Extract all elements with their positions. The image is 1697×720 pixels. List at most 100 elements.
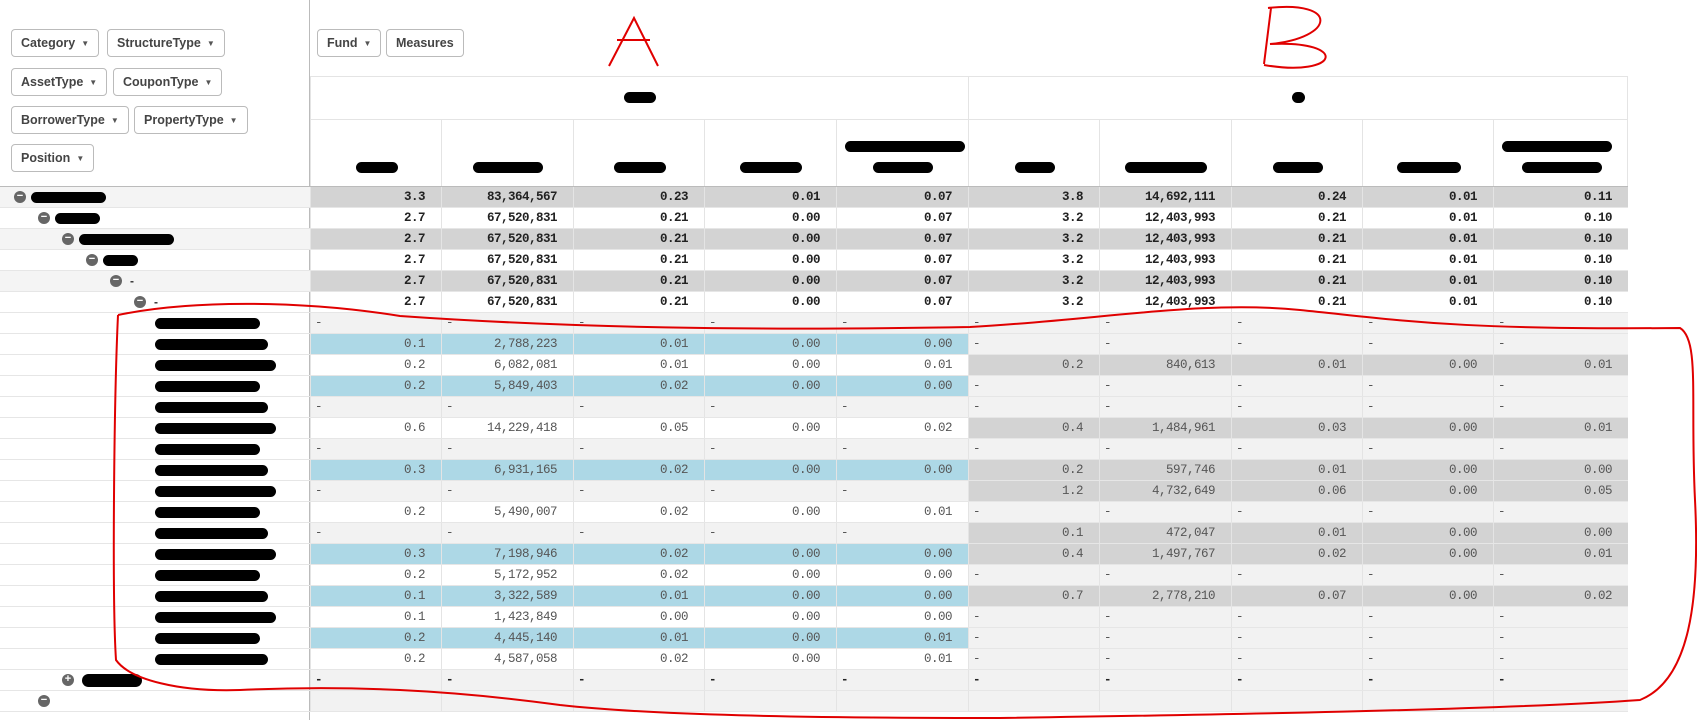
column-header[interactable] [310, 119, 441, 186]
value-cell: 67,520,831 [441, 271, 573, 291]
value-cell: 0.01 [1362, 271, 1493, 291]
value-cell: 0.2 [968, 460, 1099, 480]
value-cell: 0.01 [573, 586, 704, 606]
value-cell: - [1099, 376, 1231, 396]
value-cell: 4,445,140 [441, 628, 573, 648]
column-header[interactable] [1493, 119, 1628, 186]
table-row: ---------- [0, 313, 1628, 334]
collapse-minus-icon[interactable]: − [86, 254, 98, 266]
value-cell: 0.00 [1362, 481, 1493, 501]
value-cell [968, 691, 1099, 711]
value-cell: 0.02 [573, 376, 704, 396]
value-cell: - [836, 313, 968, 333]
column-header[interactable] [704, 119, 836, 186]
dimension-chip-category[interactable]: Category ▼ [11, 29, 100, 57]
value-cell: - [573, 397, 704, 417]
value-cell: 7,198,946 [441, 544, 573, 564]
column-chip-measures[interactable]: Measures [386, 29, 464, 57]
chip-label: StructureType [117, 36, 201, 50]
value-cell: 0.00 [704, 586, 836, 606]
value-cell: 0.07 [836, 250, 968, 270]
table-row: 0.2 4,587,058 0.02 0.00 0.01- - - - - [0, 649, 1628, 670]
value-cell: - [968, 649, 1099, 669]
value-cell: 12,403,993 [1099, 271, 1231, 291]
redaction [155, 633, 260, 644]
redaction [1125, 162, 1207, 173]
column-header[interactable] [1099, 119, 1231, 186]
expand-plus-icon[interactable]: + [62, 674, 74, 686]
value-cell: - [836, 397, 968, 417]
dimension-chip-structuretype[interactable]: StructureType ▼ [107, 29, 225, 57]
redaction [873, 162, 933, 173]
value-cell: 14,229,418 [441, 418, 573, 438]
value-cell: 0.01 [1231, 355, 1362, 375]
value-cell: 67,520,831 [441, 229, 573, 249]
dimension-chip-position[interactable]: Position ▼ [11, 144, 95, 172]
collapse-minus-icon[interactable]: − [38, 695, 50, 707]
collapse-minus-icon[interactable]: − [62, 233, 74, 245]
table-row-total: − -2.7 67,520,831 0.21 0.00 0.07 3.2 12,403,993… [0, 271, 1628, 292]
value-cell: 0.3 [310, 544, 441, 564]
value-cell: - [441, 523, 573, 543]
value-cell: - [310, 439, 441, 459]
fund-header-b[interactable] [968, 76, 1628, 119]
collapse-minus-icon[interactable]: − [38, 212, 50, 224]
value-cell: - [1493, 628, 1628, 648]
value-cell: 0.01 [1231, 460, 1362, 480]
value-cell: - [1362, 628, 1493, 648]
value-cell: 0.2 [310, 565, 441, 585]
value-cell: - [1493, 439, 1628, 459]
value-cell: - [310, 523, 441, 543]
redaction [845, 141, 965, 152]
dimension-chip-propertytype[interactable]: PropertyType ▼ [134, 106, 248, 134]
column-header[interactable] [573, 119, 704, 186]
value-cell: 12,403,993 [1099, 250, 1231, 270]
redaction [155, 444, 260, 455]
row-label-text: - [154, 295, 158, 309]
value-cell: 0.00 [704, 607, 836, 627]
value-cell: 0.01 [573, 628, 704, 648]
column-header[interactable] [836, 119, 968, 186]
value-cell: 0.00 [704, 418, 836, 438]
annotation-label-a: A [634, 18, 635, 21]
redaction [1014, 162, 1055, 173]
chip-label: PropertyType [144, 113, 224, 127]
value-cell: 0.01 [1362, 229, 1493, 249]
value-cell [1099, 691, 1231, 711]
column-header[interactable] [968, 119, 1099, 186]
collapse-minus-icon[interactable]: − [110, 275, 122, 287]
redaction [155, 360, 276, 371]
value-cell: 0.01 [1493, 544, 1628, 564]
column-header[interactable] [1362, 119, 1493, 186]
value-cell: 0.05 [573, 418, 704, 438]
redaction [155, 570, 260, 581]
value-cell: 0.02 [573, 502, 704, 522]
column-header[interactable] [1231, 119, 1362, 186]
value-cell: 1,423,849 [441, 607, 573, 627]
collapse-minus-icon[interactable]: − [14, 191, 26, 203]
redaction [473, 162, 543, 173]
row-label [0, 565, 310, 585]
dimension-chip-coupontype[interactable]: CouponType ▼ [113, 68, 223, 96]
value-cell: - [1231, 607, 1362, 627]
value-cell: 0.00 [836, 460, 968, 480]
dimension-chip-borrowertype[interactable]: BorrowerType ▼ [11, 106, 129, 134]
collapse-minus-icon[interactable]: − [134, 296, 146, 308]
value-cell: - [1493, 376, 1628, 396]
value-cell: 0.24 [1231, 187, 1362, 207]
value-cell: 2.7 [310, 292, 441, 312]
value-cell: 0.01 [1231, 523, 1362, 543]
value-cell: 12,403,993 [1099, 292, 1231, 312]
value-cell: - [441, 397, 573, 417]
row-label [0, 439, 310, 459]
fund-header-a[interactable] [310, 76, 968, 119]
caret-down-icon: ▼ [229, 115, 238, 125]
column-header[interactable] [441, 119, 573, 186]
value-cell: 0.4 [968, 544, 1099, 564]
value-cell: - [1362, 439, 1493, 459]
dimension-chip-assettype[interactable]: AssetType ▼ [11, 68, 108, 96]
value-cell: 0.3 [310, 460, 441, 480]
value-cell: 1,497,767 [1099, 544, 1231, 564]
column-chip-fund[interactable]: Fund ▼ [317, 29, 382, 57]
value-cell: 0.1 [310, 607, 441, 627]
